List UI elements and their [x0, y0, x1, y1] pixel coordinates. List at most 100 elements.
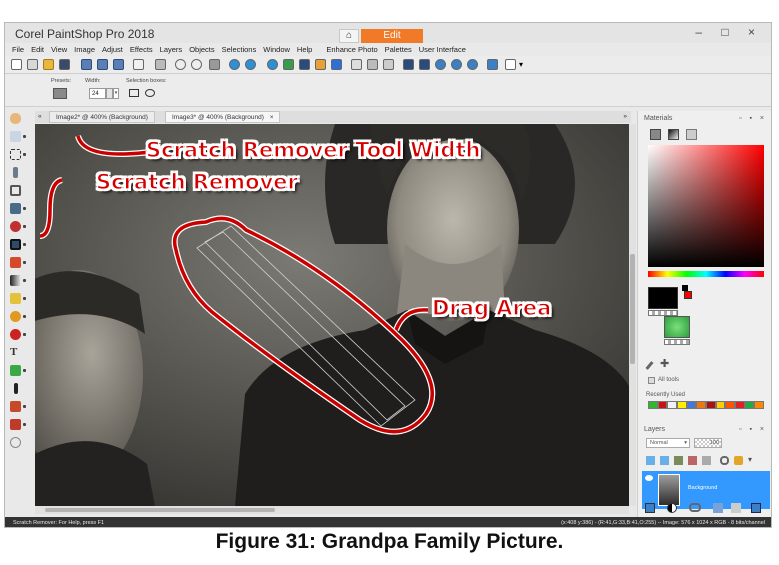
screen-icon[interactable] [487, 59, 498, 70]
history-icon[interactable] [209, 59, 220, 70]
rectangle-selection-icon[interactable] [129, 89, 139, 97]
texture-swatch[interactable] [664, 316, 690, 338]
redo-arrow-icon[interactable] [245, 59, 256, 70]
scan-icon[interactable] [59, 59, 70, 70]
layer-group-icon[interactable] [674, 456, 683, 465]
paint-brush-tool-icon[interactable] [10, 257, 21, 268]
straighten-tool-icon[interactable] [10, 203, 21, 214]
recent-color-swatch[interactable] [735, 401, 745, 409]
width-dropdown[interactable]: ▾ [113, 88, 119, 99]
fit-window-icon[interactable] [403, 59, 414, 70]
close-icon[interactable]: × [270, 114, 274, 121]
recent-color-swatch[interactable] [706, 401, 716, 409]
selection-tool-icon[interactable] [10, 149, 21, 160]
more-tools-icon[interactable] [10, 437, 21, 448]
vector-icon[interactable] [351, 59, 362, 70]
foreground-swatch[interactable] [648, 287, 678, 309]
fit-image-icon[interactable] [419, 59, 430, 70]
menu-edit[interactable]: Edit [31, 43, 44, 56]
frame-palette-icon[interactable] [650, 129, 661, 140]
recent-color-swatch[interactable] [648, 401, 658, 409]
undo-icon[interactable] [175, 59, 186, 70]
zoom-out-icon[interactable] [451, 59, 462, 70]
edit-tab[interactable]: Edit [361, 29, 423, 43]
new-file-icon[interactable] [11, 59, 22, 70]
link-icon[interactable] [720, 456, 729, 465]
warp-brush-tool-icon[interactable] [10, 401, 21, 412]
swap-colors-icon[interactable] [682, 285, 688, 291]
window-controls[interactable]: ‒ □ × [695, 25, 763, 39]
horizontal-scrollbar[interactable] [35, 506, 629, 514]
recent-color-swatch[interactable] [744, 401, 755, 409]
tabs-right-arrow-icon[interactable]: » [623, 111, 627, 123]
tabs-left-arrow-icon[interactable]: « [38, 111, 42, 123]
dropper-brush-tool-icon[interactable] [10, 419, 21, 430]
smudge-tool-icon[interactable] [10, 293, 21, 304]
layer-icon[interactable] [315, 59, 326, 70]
background-swatch[interactable] [684, 291, 692, 299]
move-layer-icon[interactable] [660, 456, 669, 465]
crop-icon[interactable] [299, 59, 310, 70]
pan-tool-icon[interactable] [10, 113, 21, 124]
recent-color-swatch[interactable] [696, 401, 707, 409]
visibility-icon[interactable] [645, 475, 653, 481]
pen-tool-icon[interactable] [14, 383, 18, 394]
merge-layers-icon[interactable] [713, 503, 723, 513]
ellipse-selection-icon[interactable] [145, 89, 155, 97]
layers-controls[interactable]: ▫ ▪ × [739, 426, 767, 433]
info-icon[interactable] [267, 59, 278, 70]
doc-tab-image2[interactable]: Image2* @ 400% (Background) [49, 111, 155, 123]
delete-layer-icon[interactable] [731, 503, 741, 513]
swatches-palette-icon[interactable] [686, 129, 697, 140]
all-tools-checkbox[interactable] [648, 377, 655, 384]
mask-icon[interactable] [331, 59, 342, 70]
print-icon[interactable] [155, 59, 166, 70]
home-tab-button[interactable]: ⌂ [339, 29, 359, 43]
color-replacer-tool-icon[interactable] [10, 329, 21, 340]
recent-color-swatch[interactable] [715, 401, 726, 409]
image-info-icon[interactable] [283, 59, 294, 70]
mask-layer-icon[interactable] [667, 503, 677, 513]
dropper-tool-icon[interactable] [13, 167, 18, 178]
add-swatch-icon[interactable]: ✚ [660, 359, 669, 370]
texture-options-swatch[interactable] [664, 339, 690, 345]
zoom-actual-icon[interactable] [467, 59, 478, 70]
scratch-remover-tool-icon[interactable] [10, 239, 21, 250]
recent-color-swatch[interactable] [725, 401, 736, 409]
red-eye-tool-icon[interactable] [10, 221, 21, 232]
recent-color-swatch[interactable] [667, 401, 678, 409]
menu-enhance-photo[interactable]: Enhance Photo [326, 43, 377, 56]
layer-properties-icon[interactable] [702, 456, 711, 465]
materials-controls[interactable]: ▫ ▪ × [739, 115, 767, 122]
chevron-down-icon[interactable]: ▾ [519, 60, 523, 69]
menu-view[interactable]: View [51, 43, 67, 56]
recent-color-swatch[interactable] [754, 401, 765, 409]
width-stepper[interactable] [106, 88, 113, 99]
hue-slider[interactable] [648, 271, 764, 277]
menu-layers[interactable]: Layers [160, 43, 183, 56]
vertical-scroll-thumb[interactable] [630, 254, 635, 364]
dodge-tool-icon[interactable] [10, 311, 21, 322]
recent-color-swatch[interactable] [657, 401, 668, 409]
menu-effects[interactable]: Effects [130, 43, 153, 56]
new-window-icon[interactable] [505, 59, 516, 70]
recent-color-swatch[interactable] [677, 401, 687, 409]
lock-icon[interactable] [734, 456, 743, 465]
menu-adjust[interactable]: Adjust [102, 43, 123, 56]
menu-selections[interactable]: Selections [222, 43, 257, 56]
zoom-in-icon[interactable] [435, 59, 446, 70]
opacity-field[interactable]: 100 [694, 438, 722, 448]
blend-mode-dropdown[interactable]: Normal ▾ [646, 438, 690, 448]
pick-tool-icon[interactable] [10, 131, 21, 142]
text-tool-icon[interactable]: T [10, 347, 21, 358]
save-icon[interactable] [81, 59, 92, 70]
vertical-scrollbar[interactable] [629, 124, 636, 506]
presets-icon[interactable] [53, 88, 67, 99]
undo-arrow-icon[interactable] [229, 59, 240, 70]
menu-user-interface[interactable]: User Interface [419, 43, 466, 56]
grid-icon[interactable] [367, 59, 378, 70]
open-folder-icon[interactable] [43, 59, 54, 70]
guides-icon[interactable] [383, 59, 394, 70]
new-raster-layer-icon[interactable] [645, 503, 655, 513]
shape-tool-icon[interactable] [10, 365, 21, 376]
